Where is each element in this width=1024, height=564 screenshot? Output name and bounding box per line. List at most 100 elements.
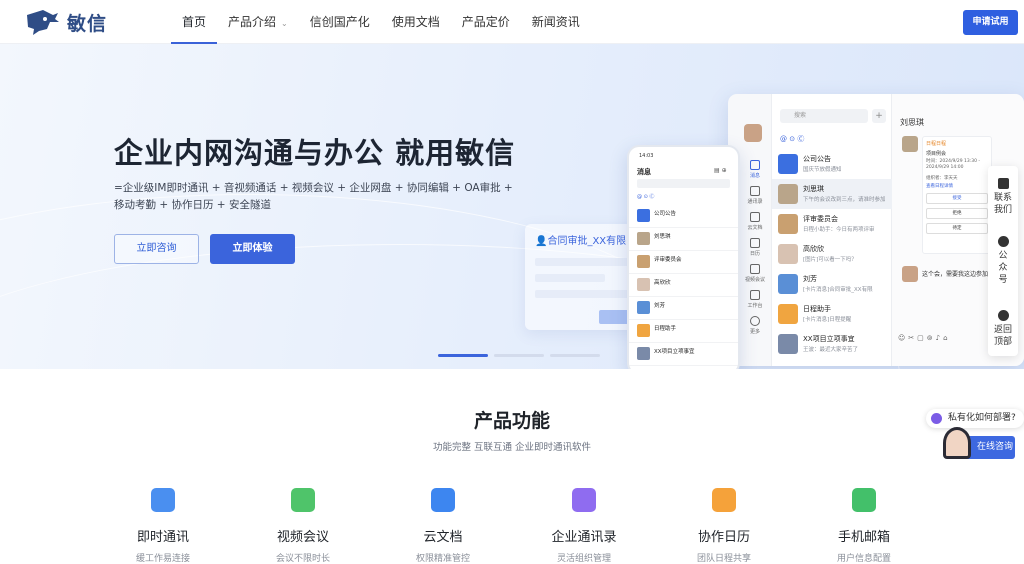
desktop-sidebar: 消息 通讯录 云文档 日历 视频会议 工作台 更多 <box>740 150 770 366</box>
user-avatar <box>744 124 762 142</box>
conversation-row: 日程助手 [卡片消息]日程提醒 <box>772 299 893 329</box>
chat-icon <box>151 488 175 512</box>
contact-us-button[interactable]: 联系我们 <box>988 178 1018 216</box>
phone-row-name: 高欣欣 <box>654 280 671 286</box>
top-nav: 敏信 首页 产品介绍 ⌄ 信创国产化 使用文档 产品定价 新闻资讯 申请试用 <box>0 0 1024 44</box>
verified-icon <box>997 236 1009 247</box>
conversation-avatar <box>778 334 798 354</box>
nav-item-home[interactable]: 首页 <box>171 0 218 44</box>
calendar-icon <box>712 488 736 512</box>
conversation-avatar <box>778 274 798 294</box>
feature-mail[interactable]: 手机邮箱 用户信息配置 <box>809 488 919 564</box>
nav-item-news[interactable]: 新闻资讯 <box>521 0 591 44</box>
feature-name: 即时通讯 <box>136 530 189 545</box>
conversation-row: 刘思琪 下午的会议改到三点，请准时参加 <box>772 179 893 209</box>
apply-trial-button[interactable]: 申请试用 <box>963 10 1018 35</box>
nav-item-pricing[interactable]: 产品定价 <box>451 0 521 44</box>
feature-desc: 用户信息配置 <box>836 554 891 564</box>
feature-video[interactable]: 视频会议 会议不限时长 <box>248 488 358 564</box>
logo-mark-icon <box>27 10 59 35</box>
conversation-name: 评审委员会 <box>803 215 838 223</box>
conversation-name: 日程助手 <box>803 305 831 313</box>
online-consult-button[interactable]: 在线咨询 <box>943 427 1015 459</box>
feature-name: 视频会议 <box>276 530 329 545</box>
chevron-down-icon: ⌄ <box>281 19 288 28</box>
carousel-dot-2[interactable] <box>494 354 544 357</box>
logo[interactable]: 敏信 <box>25 7 107 37</box>
consult-now-button[interactable]: 立即咨询 <box>114 234 199 264</box>
faq-bubble[interactable]: 私有化如何部署? <box>926 409 1024 428</box>
carousel-dot-1[interactable] <box>438 354 488 357</box>
phone-filter-icons: @ ⊙ Ⓒ <box>637 194 655 200</box>
conversation-avatar <box>778 304 798 324</box>
contacts-icon <box>572 488 596 512</box>
sidebar-calendar: 日历 <box>740 238 770 257</box>
chat-avatar <box>902 266 918 282</box>
phone-row: 刘芳 <box>629 297 738 320</box>
card-pending: 待定 <box>926 223 988 234</box>
phone-avatar <box>637 278 650 291</box>
conversation-preview: 王波：最近大家辛苦了 <box>803 347 859 353</box>
card-decline: 拒绝 <box>926 208 988 219</box>
wechat-label: 公众号 <box>998 251 1008 285</box>
user-icon: 👤 <box>535 236 548 247</box>
conversation-name: 刘芳 <box>803 275 817 283</box>
feature-im[interactable]: 即时通讯 缓工作易连接 <box>108 488 218 564</box>
phone-search <box>637 179 730 188</box>
conversation-row: XX项目立项事宜 王波：最近大家辛苦了 <box>772 329 893 359</box>
feature-desc: 权限精准管控 <box>415 554 470 564</box>
chat-avatar <box>902 136 918 152</box>
faq-text: 私有化如何部署? <box>948 413 1016 423</box>
phone-avatar <box>637 324 650 337</box>
phone-row-name: 公司公告 <box>654 211 677 217</box>
conversation-preview: 下午的会议改到三点，请准时参加 <box>803 197 885 203</box>
sidebar-contacts: 通讯录 <box>740 186 770 205</box>
feature-cloud-doc[interactable]: 云文档 权限精准管控 <box>388 488 498 564</box>
sidebar-workbench: 工作台 <box>740 290 770 309</box>
sidebar-label: 视频会议 <box>744 277 765 283</box>
feature-contacts[interactable]: 企业通讯录 灵活组织管理 <box>529 488 639 564</box>
contact-label: 联系我们 <box>993 193 1012 215</box>
try-now-button[interactable]: 立即体验 <box>210 234 295 264</box>
hero-subtitle: =企业级IM即时通讯 + 音视频通话 + 视频会议 + 企业网盘 + 协同编辑 … <box>114 182 513 211</box>
card-accept: 接受 <box>926 193 988 204</box>
phone-avatar <box>637 232 650 245</box>
main-menu: 首页 产品介绍 ⌄ 信创国产化 使用文档 产品定价 新闻资讯 <box>171 0 591 44</box>
phone-row: 评审委员会 <box>629 251 738 274</box>
sidebar-messages: 消息 <box>740 160 770 179</box>
approval-field <box>535 258 635 266</box>
approval-field <box>535 274 605 282</box>
conversation-avatar <box>778 214 798 234</box>
nav-item-products[interactable]: 产品介绍 ⌄ <box>217 0 299 44</box>
card-organizer: 组织者：李天天 <box>926 176 958 181</box>
conversation-row: 公司公告 国庆节放假通知 <box>772 149 893 179</box>
nav-item-docs[interactable]: 使用文档 <box>381 0 451 44</box>
phone-title: 消息 <box>637 168 651 176</box>
conversation-name: 高欣欣 <box>803 245 824 253</box>
conversation-preview: 日程小助手：今日有两项评审 <box>803 227 875 233</box>
chat-toolbar-icons: ☺✂▢⊚♪⌂ <box>898 334 951 342</box>
carousel-dot-3[interactable] <box>550 354 600 357</box>
conversation-avatar <box>778 154 798 174</box>
phone-row: 刘思琪 <box>629 228 738 251</box>
sidebar-label: 云文档 <box>747 225 763 231</box>
nav-item-xinchuang[interactable]: 信创国产化 <box>299 0 381 44</box>
phone-app-mockup: 14:03 消息 ▤ ⊕ @ ⊙ Ⓒ 公司公告 刘思琪 评审委员会 高欣欣 刘芳… <box>627 145 740 369</box>
card-link: 查看日程详情 <box>926 184 953 189</box>
agent-avatar <box>943 427 971 459</box>
sidebar-more: 更多 <box>740 316 770 335</box>
mail-icon <box>852 488 876 512</box>
conversation-avatar <box>778 244 798 264</box>
qrcode-icon <box>997 178 1009 189</box>
back-to-top-button[interactable]: 返回顶部 <box>988 310 1018 348</box>
phone-row-name: 评审委员会 <box>654 257 682 263</box>
nav-label: 产品定价 <box>461 15 510 29</box>
sidebar-label: 通讯录 <box>747 199 763 205</box>
conversation-avatar <box>778 184 798 204</box>
wechat-account-button[interactable]: 公众号 <box>988 236 1018 286</box>
online-label: 在线咨询 <box>977 442 1014 452</box>
schedule-card: 日程日程 项目例会 时间：2024/9/29 13:30 - 2024/9/29… <box>922 136 992 254</box>
hero-title: 企业内网沟通与办公 就用敏信 <box>114 136 516 170</box>
feature-calendar[interactable]: 协作日历 团队日程共享 <box>669 488 779 564</box>
arrow-up-icon <box>997 310 1009 321</box>
